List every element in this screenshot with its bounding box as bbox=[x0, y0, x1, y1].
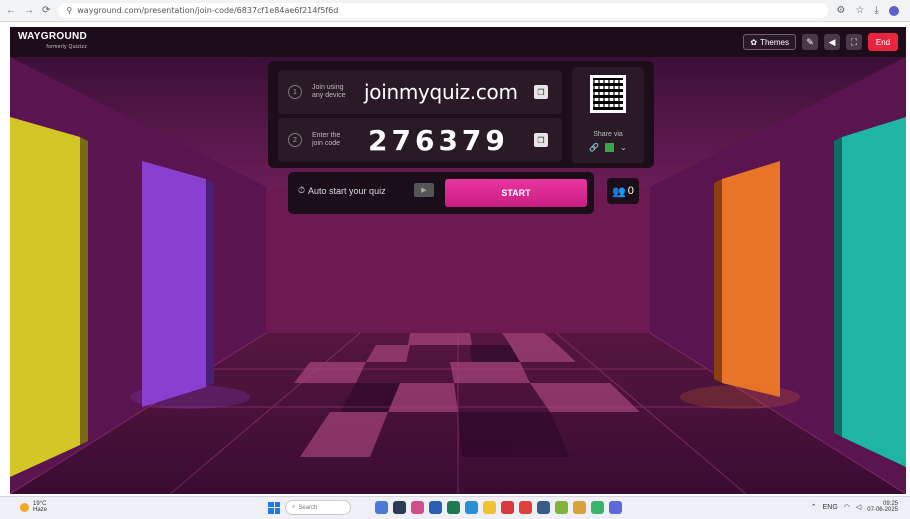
step-1-number: 1 bbox=[288, 85, 302, 99]
downloads-icon[interactable]: ⤓ bbox=[874, 5, 878, 16]
volume-icon[interactable]: ◁ bbox=[856, 503, 861, 511]
browser-toolbar: ← → ⟳ ⚲ wayground.com/presentation/join-… bbox=[0, 0, 910, 22]
logo-text: WAYGROUND bbox=[18, 31, 88, 42]
logo: WAYGROUND formerly Quizizz bbox=[18, 32, 87, 52]
join-url: joinmyquiz.com bbox=[364, 80, 518, 104]
themes-button[interactable]: ✿ Themes bbox=[743, 34, 796, 50]
app-icon-1[interactable] bbox=[411, 501, 424, 514]
link-icon[interactable]: 🔗 bbox=[589, 143, 599, 152]
widgets-icon[interactable] bbox=[375, 501, 388, 514]
chevron-down-icon[interactable]: ⌄ bbox=[620, 143, 627, 152]
weather-desc: Haze bbox=[33, 507, 48, 513]
clock-date: 07-06-2025 bbox=[867, 507, 898, 513]
app-icon-7[interactable] bbox=[609, 501, 622, 514]
bookmark-icon[interactable]: ☆ bbox=[855, 5, 864, 16]
windows-taskbar: 19°C Haze ⌕ Search ⌃ ENG ◠ ◁ 09:25 07-06… bbox=[0, 496, 910, 519]
chrome-icon-3[interactable] bbox=[591, 501, 604, 514]
chevron-up-icon[interactable]: ⌃ bbox=[811, 503, 817, 511]
sun-icon bbox=[20, 502, 29, 512]
file-explorer-icon[interactable] bbox=[483, 501, 496, 514]
join-code-row: 2 Enter the join code 276379 ❐ bbox=[278, 118, 562, 162]
chrome-icon-2[interactable] bbox=[573, 501, 586, 514]
themes-label: Themes bbox=[760, 37, 789, 47]
forward-icon[interactable]: → bbox=[24, 5, 34, 16]
logo-subtext: formerly Quizizz bbox=[46, 44, 88, 50]
share-label: Share via bbox=[593, 131, 623, 138]
task-view-icon[interactable] bbox=[393, 501, 406, 514]
app-icon-2[interactable] bbox=[429, 501, 442, 514]
wifi-icon[interactable]: ◠ bbox=[844, 503, 850, 511]
taskbar-search[interactable]: ⌕ Search bbox=[285, 500, 351, 515]
clock-icon: ⏱ bbox=[298, 185, 306, 195]
app-icon-6[interactable] bbox=[537, 501, 550, 514]
profile-avatar[interactable] bbox=[888, 5, 899, 16]
clock[interactable]: 09:25 07-06-2025 bbox=[867, 501, 898, 513]
address-bar[interactable]: ⚲ wayground.com/presentation/join-code/6… bbox=[58, 3, 829, 18]
auto-start-label: Auto start your quiz bbox=[308, 185, 386, 196]
sound-icon[interactable]: ◀ bbox=[824, 34, 840, 50]
app-icon-5[interactable] bbox=[519, 501, 532, 514]
qr-code[interactable] bbox=[590, 75, 626, 113]
reload-icon[interactable]: ⟳ bbox=[42, 5, 50, 16]
player-count-badge: 👥 0 bbox=[607, 178, 639, 204]
edge-icon[interactable] bbox=[465, 501, 478, 514]
copy-url-icon[interactable]: ❐ bbox=[534, 85, 548, 99]
join-code: 276379 bbox=[368, 123, 509, 157]
app-icon-4[interactable] bbox=[501, 501, 514, 514]
search-icon: ⌕ bbox=[292, 504, 296, 510]
fullscreen-icon[interactable]: ⛶ bbox=[846, 34, 862, 50]
qr-share-box: Share via 🔗 ⌄ bbox=[572, 67, 644, 163]
app-icon-3[interactable] bbox=[447, 501, 460, 514]
start-menu-icon[interactable] bbox=[268, 501, 280, 514]
player-count: 0 bbox=[627, 185, 634, 197]
back-icon[interactable]: ← bbox=[6, 5, 16, 16]
classroom-icon[interactable] bbox=[605, 143, 615, 152]
auto-start-option[interactable]: ⏱ Auto start your quiz bbox=[298, 185, 386, 196]
start-button[interactable]: START bbox=[445, 179, 587, 207]
join-url-row: 1 Join using any device joinmyquiz.com ❐ bbox=[278, 70, 562, 114]
palette-icon: ✿ bbox=[750, 37, 758, 47]
edit-icon[interactable]: ✎ bbox=[802, 34, 818, 50]
copy-code-icon[interactable]: ❐ bbox=[534, 133, 548, 147]
url-text: wayground.com/presentation/join-code/683… bbox=[77, 6, 339, 15]
system-tray: ⌃ ENG ◠ ◁ 09:25 07-06-2025 bbox=[811, 501, 898, 513]
auto-start-toggle[interactable]: ▶ bbox=[414, 183, 434, 197]
players-icon: 👥 bbox=[612, 185, 626, 198]
search-placeholder: Search bbox=[298, 504, 318, 511]
language-indicator[interactable]: ENG bbox=[823, 504, 838, 511]
weather-widget[interactable]: 19°C Haze bbox=[20, 501, 47, 513]
chrome-icon-1[interactable] bbox=[555, 501, 568, 514]
step-2-label: Enter the join code bbox=[312, 132, 341, 147]
extensions-icon[interactable]: ⚙ bbox=[836, 5, 845, 16]
step-2-number: 2 bbox=[288, 133, 302, 147]
app-header: WAYGROUND formerly Quizizz ✿ Themes ✎ ◀ … bbox=[10, 27, 906, 57]
site-info-icon[interactable]: ⚲ bbox=[66, 6, 72, 15]
step-1-label: Join using any device bbox=[312, 84, 346, 99]
end-button[interactable]: End bbox=[868, 33, 898, 51]
